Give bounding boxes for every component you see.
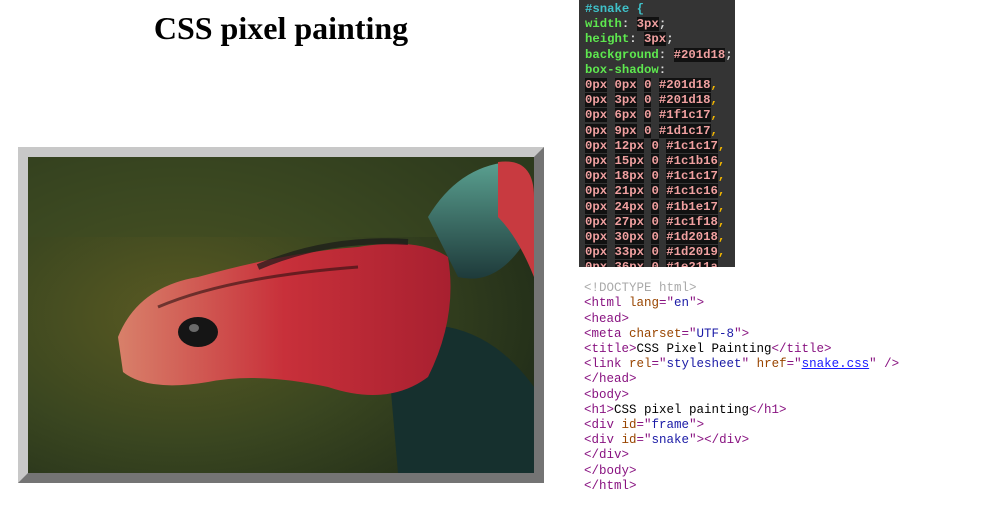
- box-shadow-line: 0px 30px 0 #1d2018,: [585, 230, 726, 245]
- shadow-value: 0: [651, 230, 659, 245]
- shadow-value: #1c1b16: [666, 154, 718, 169]
- shadow-value: #1c1c16: [666, 184, 718, 199]
- shadow-value: #1d2018: [666, 230, 718, 245]
- shadow-value: 30px: [614, 230, 645, 245]
- box-shadow-line: 0px 27px 0 #1c1f18,: [585, 214, 726, 229]
- box-shadow-line: 0px 0px 0 #201d18,: [585, 78, 718, 93]
- box-shadow-line: 0px 9px 0 #1d1c17,: [585, 123, 718, 138]
- box-shadow-line: 0px 15px 0 #1c1b16,: [585, 154, 726, 169]
- shadow-value: #1c1f18: [666, 214, 718, 229]
- pixel-painting-frame: [18, 147, 544, 483]
- css-selector: #snake {: [585, 2, 645, 16]
- shadow-value: #1c1c17: [666, 169, 718, 184]
- shadow-value: 12px: [614, 138, 645, 153]
- css-value: #201d18: [673, 47, 726, 62]
- shadow-value: 27px: [614, 214, 645, 229]
- css-prop: background: [585, 47, 659, 62]
- shadow-value: 0: [651, 199, 659, 214]
- html-source-view: <!DOCTYPE html> <html lang="en"> <head> <me…: [584, 281, 900, 493]
- shadow-value: 0px: [585, 123, 608, 138]
- shadow-value: 0px: [614, 78, 637, 93]
- shadow-value: 0px: [585, 169, 608, 184]
- shadow-value: 0px: [585, 108, 608, 123]
- shadow-value: 6px: [614, 108, 637, 123]
- shadow-value: 3px: [614, 93, 637, 108]
- shadow-value: 0: [651, 245, 659, 260]
- shadow-value: 0px: [585, 199, 608, 214]
- shadow-value: #1d2019: [666, 245, 718, 260]
- css-code-panel: #snake { width: 3px; height: 3px; backgr…: [579, 0, 735, 267]
- shadow-value: 0px: [585, 184, 608, 199]
- shadow-value: #1c1c17: [666, 138, 718, 153]
- shadow-value: 0: [651, 214, 659, 229]
- shadow-value: #1d1c17: [658, 123, 711, 138]
- box-shadow-line: 0px 3px 0 #201d18,: [585, 93, 718, 108]
- snake-id: snake: [651, 433, 690, 448]
- shadow-value: #201d18: [658, 93, 711, 108]
- shadow-value: 24px: [614, 199, 645, 214]
- shadow-value: 15px: [614, 154, 645, 169]
- stylesheet-link[interactable]: snake.css: [802, 357, 870, 371]
- box-shadow-line: 0px 24px 0 #1b1e17,: [585, 199, 726, 214]
- css-value: 3px: [644, 32, 667, 47]
- shadow-value: 21px: [614, 184, 645, 199]
- title-text: CSS Pixel Painting: [636, 342, 772, 357]
- h1-text: CSS pixel painting: [614, 402, 750, 417]
- shadow-value: #1b1e17: [666, 199, 718, 214]
- shadow-value: 0: [651, 138, 659, 153]
- shadow-value: #201d18: [658, 78, 711, 93]
- snake-pixel-image: [28, 157, 534, 473]
- shadow-value: 9px: [614, 123, 637, 138]
- shadow-value: 0: [651, 169, 659, 184]
- charset-value: UTF-8: [696, 326, 735, 341]
- shadow-value: #1f1c17: [658, 108, 711, 123]
- page-title: CSS pixel painting: [153, 10, 409, 46]
- css-value: 3px: [636, 17, 659, 32]
- shadow-value: 0px: [585, 245, 608, 260]
- shadow-value: 0px: [585, 154, 608, 169]
- shadow-value: 0px: [585, 93, 608, 108]
- box-shadow-line: 0px 12px 0 #1c1c17,: [585, 138, 726, 153]
- box-shadow-line: 0px 21px 0 #1c1c16,: [585, 184, 726, 199]
- box-shadow-line: 0px 18px 0 #1c1c17,: [585, 169, 726, 184]
- shadow-value: 0: [651, 154, 659, 169]
- box-shadow-line: 0px 6px 0 #1f1c17,: [585, 108, 718, 123]
- frame-id: frame: [651, 418, 690, 433]
- css-prop: box-shadow: [585, 62, 659, 77]
- css-prop: height: [585, 32, 630, 47]
- shadow-value: 18px: [614, 169, 645, 184]
- lang-value: en: [674, 296, 690, 311]
- box-shadow-line: 0px 33px 0 #1d2019,: [585, 245, 726, 260]
- css-prop: width: [585, 17, 622, 32]
- rel-value: stylesheet: [666, 357, 742, 372]
- shadow-value: 33px: [614, 245, 645, 260]
- shadow-value: 0px: [585, 138, 608, 153]
- doctype-line: <!DOCTYPE html>: [584, 281, 697, 296]
- shadow-value: 0px: [585, 230, 608, 245]
- shadow-value: 0px: [585, 214, 608, 229]
- shadow-value: 0px: [585, 78, 608, 93]
- shadow-value: 0: [651, 184, 659, 199]
